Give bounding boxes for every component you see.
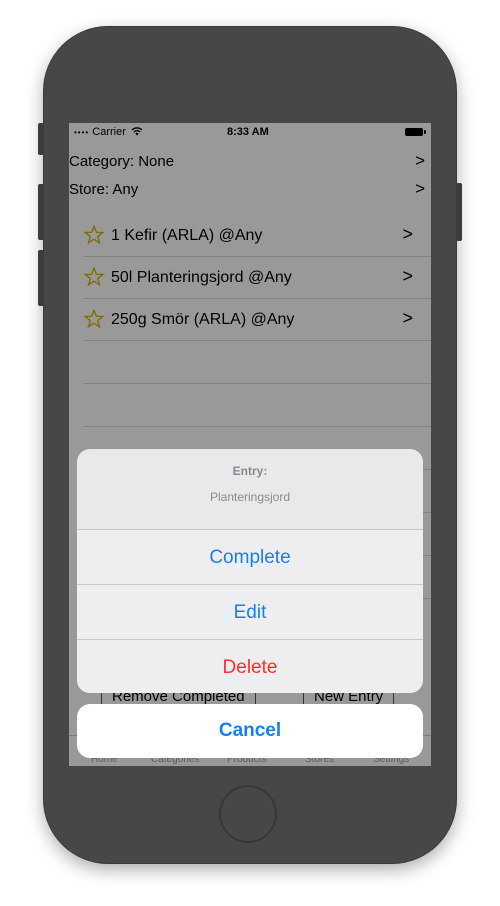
- home-button[interactable]: [219, 785, 277, 843]
- action-sheet: Entry: Planteringsjord Complete Edit Del…: [77, 449, 423, 693]
- action-sheet-title: Entry:: [232, 464, 268, 478]
- action-sheet-message: Planteringsjord: [209, 490, 291, 504]
- delete-button[interactable]: Delete: [77, 639, 423, 693]
- complete-button[interactable]: Complete: [77, 529, 423, 584]
- edit-button[interactable]: Edit: [77, 584, 423, 639]
- power-button: [456, 183, 462, 241]
- mute-switch: [38, 123, 44, 155]
- cancel-button[interactable]: Cancel: [77, 704, 423, 758]
- volume-down-button: [38, 250, 44, 306]
- volume-up-button: [38, 184, 44, 240]
